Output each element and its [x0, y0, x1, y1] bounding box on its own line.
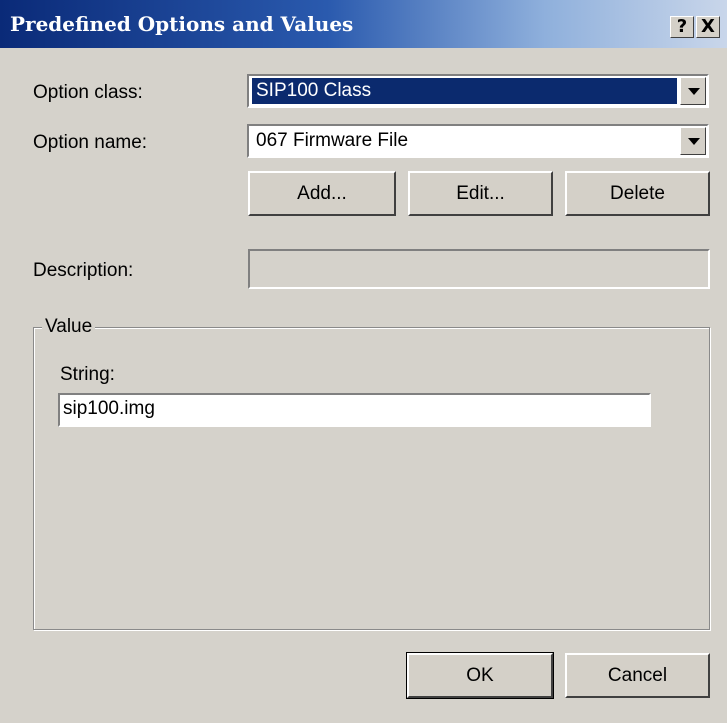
description-label: Description: — [33, 260, 134, 281]
option-class-value: SIP100 Class — [252, 78, 677, 104]
option-class-label: Option class: — [33, 82, 143, 103]
string-label: String: — [60, 364, 115, 385]
option-name-label: Option name: — [33, 132, 148, 153]
window-title: Predefined Options and Values — [10, 12, 354, 36]
help-button[interactable]: ? — [670, 16, 694, 38]
value-groupbox — [33, 327, 710, 630]
edit-button[interactable]: Edit... — [408, 171, 553, 216]
chevron-down-icon[interactable] — [680, 127, 706, 155]
title-bar[interactable]: Predefined Options and Values ? X — [0, 0, 727, 48]
ok-button[interactable]: OK — [406, 652, 554, 699]
add-button[interactable]: Add... — [248, 171, 396, 216]
option-name-select[interactable]: 067 Firmware File — [247, 124, 709, 158]
option-class-select[interactable]: SIP100 Class — [247, 74, 709, 108]
option-name-value: 067 Firmware File — [256, 130, 409, 151]
value-group-legend: Value — [42, 316, 96, 338]
predefined-options-dialog: Predefined Options and Values ? X Option… — [0, 0, 727, 723]
string-input[interactable]: sip100.img — [58, 393, 651, 427]
close-button[interactable]: X — [696, 16, 720, 38]
description-field — [248, 249, 710, 289]
delete-button[interactable]: Delete — [565, 171, 710, 216]
chevron-down-icon[interactable] — [680, 77, 706, 105]
cancel-button[interactable]: Cancel — [565, 653, 710, 698]
